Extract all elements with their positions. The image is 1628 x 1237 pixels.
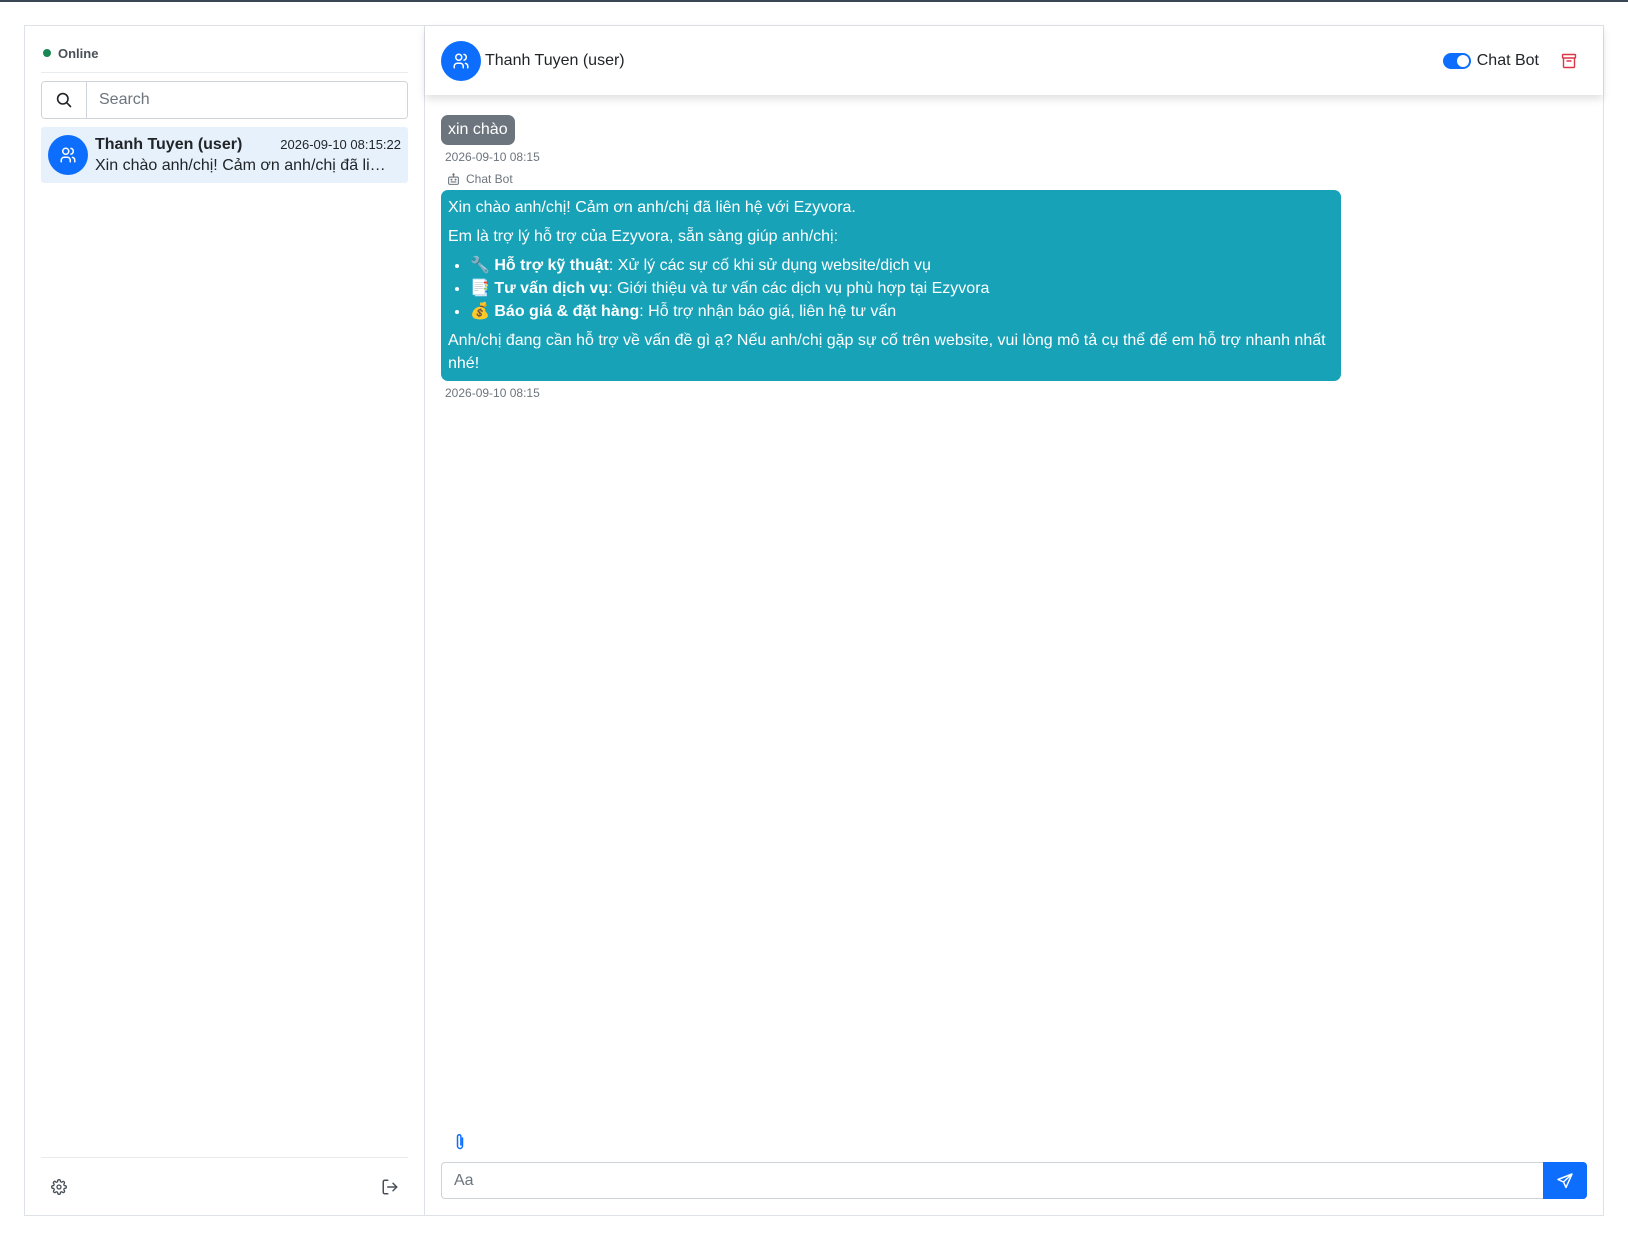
bot-line-question: Anh/chị đang cần hỗ trợ về vấn đề gì ạ? … — [448, 332, 1326, 372]
user-message: xin chào 2026-09-10 08:15 — [441, 115, 1587, 164]
list-item-title: Hỗ trợ kỹ thuật — [494, 257, 609, 274]
list-item-title: Tư vấn dịch vụ — [494, 280, 609, 297]
chatbot-toggle-label: Chat Bot — [1476, 51, 1539, 69]
list-item: 🔧 Hỗ trợ kỹ thuật: Xử lý các sự cố khi s… — [470, 254, 1334, 277]
chat-header-name: Thanh Tuyen (user) — [485, 51, 625, 69]
bot-message-time: 2026-09-10 08:15 — [445, 386, 540, 400]
send-icon — [1557, 1172, 1573, 1188]
money-bag-emoji-icon: 💰 — [470, 303, 490, 320]
list-item-text: : Hỗ trợ nhận báo giá, liên hệ tư vấn — [639, 303, 897, 320]
users-icon — [453, 53, 469, 68]
conversation-time: 2026-09-10 08:15:22 — [280, 136, 401, 152]
online-status-dot — [43, 49, 51, 57]
conversation-name: Thanh Tuyen (user) — [95, 135, 243, 153]
search-box — [41, 81, 408, 119]
message-input[interactable] — [441, 1162, 1543, 1199]
send-button[interactable] — [1543, 1162, 1587, 1199]
bot-sender-label: Chat Bot — [441, 172, 1587, 186]
message-composer — [441, 1132, 1587, 1199]
status-row: Online — [41, 26, 408, 73]
document-emoji-icon: 📑 — [470, 280, 490, 297]
list-item-title: Báo giá & đặt hàng — [494, 303, 640, 320]
logout-icon[interactable] — [378, 1175, 402, 1199]
bot-line-intro: Em là trợ lý hỗ trợ của Ezyvora, sẵn sàn… — [448, 228, 839, 245]
archive-icon[interactable] — [1557, 49, 1581, 73]
list-item: 📑 Tư vấn dịch vụ: Giới thiệu và tư vấn c… — [470, 277, 1334, 300]
settings-gear-icon[interactable] — [47, 1175, 71, 1199]
users-icon — [60, 147, 76, 163]
sidebar: Online Thanh Tu — [25, 26, 425, 1215]
chat-app: Online Thanh Tu — [24, 25, 1604, 1216]
search-icon — [42, 82, 87, 118]
list-item-text: : Giới thiệu và tư vấn các dịch vụ phù h… — [608, 280, 990, 297]
conversation-item[interactable]: Thanh Tuyen (user) 2026-09-10 08:15:22 X… — [41, 127, 408, 183]
bot-sender-name: Chat Bot — [466, 172, 513, 186]
bot-service-list: 🔧 Hỗ trợ kỹ thuật: Xử lý các sự cố khi s… — [448, 254, 1334, 323]
bot-message-bubble: Xin chào anh/chị! Cảm ơn anh/chị đã liên… — [441, 190, 1341, 381]
user-message-time: 2026-09-10 08:15 — [445, 150, 540, 164]
wrench-emoji-icon: 🔧 — [470, 257, 490, 274]
sidebar-footer — [41, 1157, 408, 1215]
bot-line-greeting: Xin chào anh/chị! Cảm ơn anh/chị đã liên… — [448, 199, 856, 216]
list-item: 💰 Báo giá & đặt hàng: Hỗ trợ nhận báo gi… — [470, 300, 1334, 323]
header-avatar — [441, 40, 481, 81]
list-item-text: : Xử lý các sự cố khi sử dụng website/dị… — [608, 257, 931, 274]
chatbot-toggle[interactable] — [1442, 52, 1471, 69]
message-list: xin chào 2026-09-10 08:15 Chat Bot Xin c… — [425, 95, 1603, 400]
robot-icon — [448, 172, 459, 185]
window-top-edge — [0, 0, 1628, 2]
chat-header: Thanh Tuyen (user) Chat Bot — [425, 26, 1603, 95]
chat-panel: Thanh Tuyen (user) Chat Bot xin chào 202… — [425, 26, 1603, 1215]
conversation-preview: Xin chào anh/chị! Cảm ơn anh/chị đã liên… — [95, 156, 401, 174]
online-status-label: Online — [58, 45, 99, 61]
search-input[interactable] — [87, 82, 407, 118]
paperclip-icon[interactable] — [453, 1132, 467, 1152]
avatar — [48, 135, 88, 175]
user-message-bubble: xin chào — [441, 115, 515, 145]
bot-message: Chat Bot Xin chào anh/chị! Cảm ơn anh/ch… — [441, 172, 1587, 400]
